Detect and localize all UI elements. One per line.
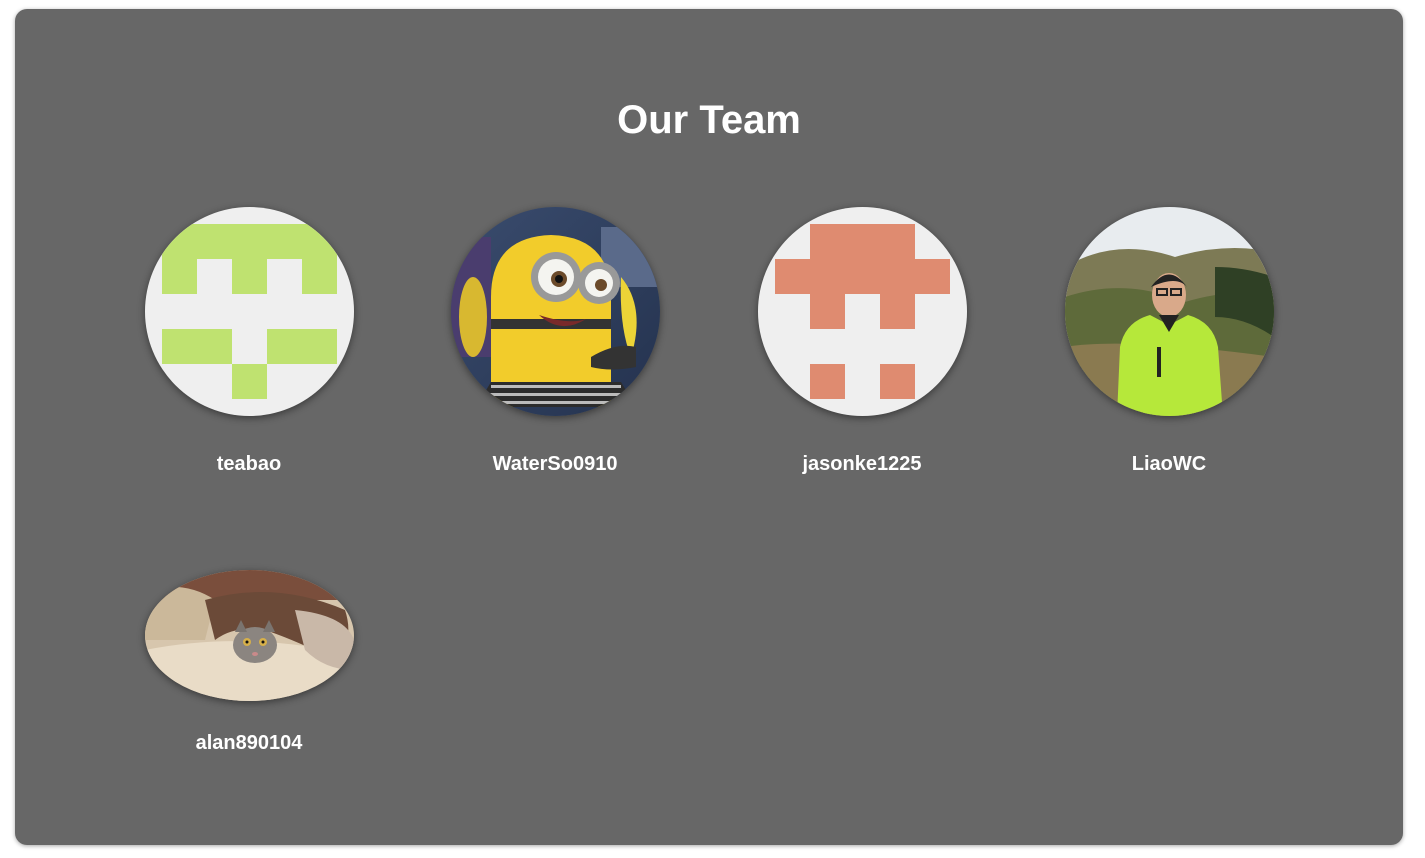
person-avatar-image	[1064, 207, 1274, 416]
team-member: teabao	[119, 207, 379, 476]
page-title: Our Team	[617, 98, 801, 142]
identicon-avatar[interactable]	[144, 207, 354, 416]
team-member: alan890104	[119, 570, 379, 755]
team-member: jasonke1225	[732, 207, 992, 476]
cat-avatar[interactable]	[144, 570, 354, 701]
member-name: alan890104	[195, 732, 303, 754]
identicon-avatar-image	[144, 207, 354, 416]
identicon-avatar[interactable]	[757, 207, 967, 416]
minion-avatar-image	[450, 207, 660, 416]
member-name: jasonke1225	[802, 453, 922, 475]
team-card: Our Team teabao WaterSo0910 jasonke1225 …	[15, 9, 1403, 845]
person-avatar[interactable]	[1064, 207, 1274, 416]
team-member: WaterSo0910	[425, 207, 685, 476]
cat-avatar-image	[144, 570, 354, 701]
minion-avatar[interactable]	[450, 207, 660, 416]
member-name: LiaoWC	[1131, 453, 1207, 475]
identicon-avatar-image	[757, 207, 967, 416]
member-name: teabao	[216, 453, 282, 475]
team-member: LiaoWC	[1039, 207, 1299, 476]
member-name: WaterSo0910	[492, 453, 618, 475]
